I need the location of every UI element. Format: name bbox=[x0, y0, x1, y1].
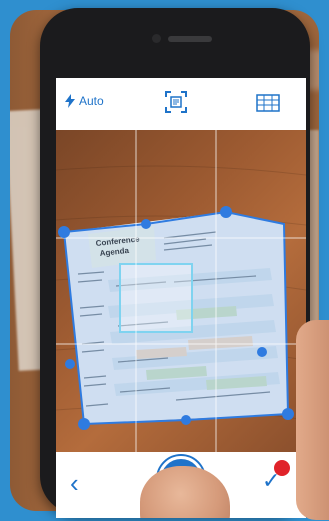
crop-handle-left-mid[interactable] bbox=[65, 359, 75, 369]
camera-viewfinder[interactable]: Conference Agenda bbox=[56, 130, 306, 452]
crop-handle-top-left[interactable] bbox=[58, 226, 70, 238]
flash-label: Auto bbox=[79, 94, 104, 108]
front-camera bbox=[152, 34, 161, 43]
user-thumb bbox=[140, 466, 230, 518]
crop-handle-right-mid[interactable] bbox=[257, 347, 267, 357]
notification-badge bbox=[274, 460, 290, 476]
table-grid-icon[interactable] bbox=[256, 94, 280, 112]
back-button[interactable]: ‹ bbox=[70, 470, 79, 496]
document-scan-icon[interactable] bbox=[164, 90, 188, 114]
crop-handle-top-mid[interactable] bbox=[141, 219, 151, 229]
phone-speaker bbox=[168, 36, 212, 42]
crop-handle-bottom-mid[interactable] bbox=[181, 415, 191, 425]
crop-handle-bottom-right[interactable] bbox=[282, 408, 294, 420]
top-toolbar: Auto bbox=[56, 78, 306, 130]
user-hand bbox=[296, 320, 329, 520]
bottom-toolbar: ‹ ✓ bbox=[56, 452, 306, 518]
crop-handle-top-right[interactable] bbox=[220, 206, 232, 218]
lightning-bolt-icon bbox=[65, 94, 75, 108]
scanner-screen: Auto ‹ ✓ bbox=[56, 78, 306, 518]
focus-square bbox=[119, 263, 193, 333]
flash-toggle[interactable]: Auto bbox=[64, 94, 104, 108]
crop-handle-bottom-left[interactable] bbox=[78, 418, 90, 430]
